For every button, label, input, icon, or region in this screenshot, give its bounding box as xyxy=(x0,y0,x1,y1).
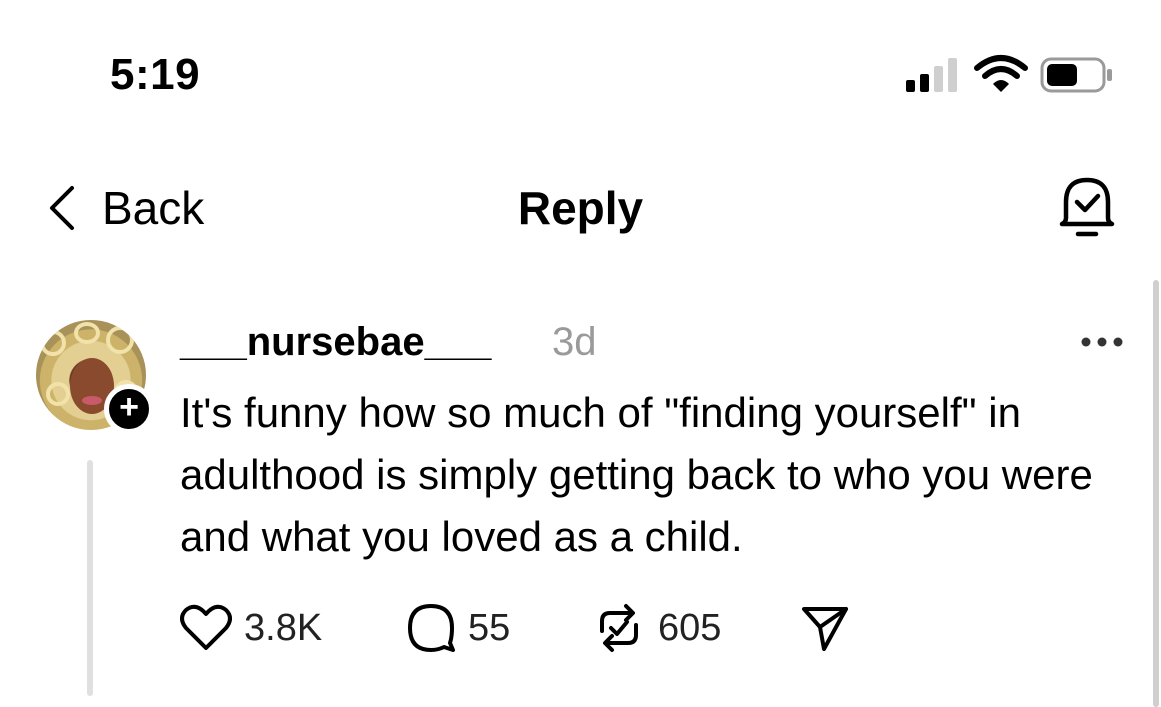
scrollbar[interactable] xyxy=(1153,280,1159,707)
more-options-icon[interactable] xyxy=(1080,332,1124,352)
avatar-curl xyxy=(106,326,134,354)
like-count: 3.8K xyxy=(244,606,323,649)
like-button[interactable]: 3.8K xyxy=(180,600,322,656)
post-text: It's funny how so much of "finding yours… xyxy=(180,389,1093,560)
reply-count: 55 xyxy=(468,606,511,649)
cellular-signal-icon xyxy=(906,58,957,92)
heart-icon xyxy=(180,604,232,650)
thread-line xyxy=(87,460,93,696)
page-title: Reply xyxy=(517,182,644,234)
avatar-lips xyxy=(82,396,102,405)
avatar-curl xyxy=(40,330,66,356)
wifi-icon xyxy=(974,55,1028,92)
repost-button[interactable]: 605 xyxy=(592,600,721,656)
notification-bell-check-icon[interactable] xyxy=(1054,172,1120,242)
comment-icon xyxy=(408,604,455,652)
repost-icon xyxy=(600,604,638,652)
post-time: 3d xyxy=(552,320,597,364)
battery-icon xyxy=(1040,57,1112,93)
repost-count: 605 xyxy=(658,606,722,649)
follow-button[interactable]: + xyxy=(104,384,154,434)
avatar-curl xyxy=(74,322,100,344)
username[interactable]: ___nursebae___ xyxy=(180,318,491,366)
send-icon xyxy=(802,607,848,651)
share-button[interactable] xyxy=(800,600,850,656)
status-time: 5:19 xyxy=(110,50,201,99)
reply-button[interactable]: 55 xyxy=(406,600,510,656)
avatar-curl xyxy=(46,382,70,406)
